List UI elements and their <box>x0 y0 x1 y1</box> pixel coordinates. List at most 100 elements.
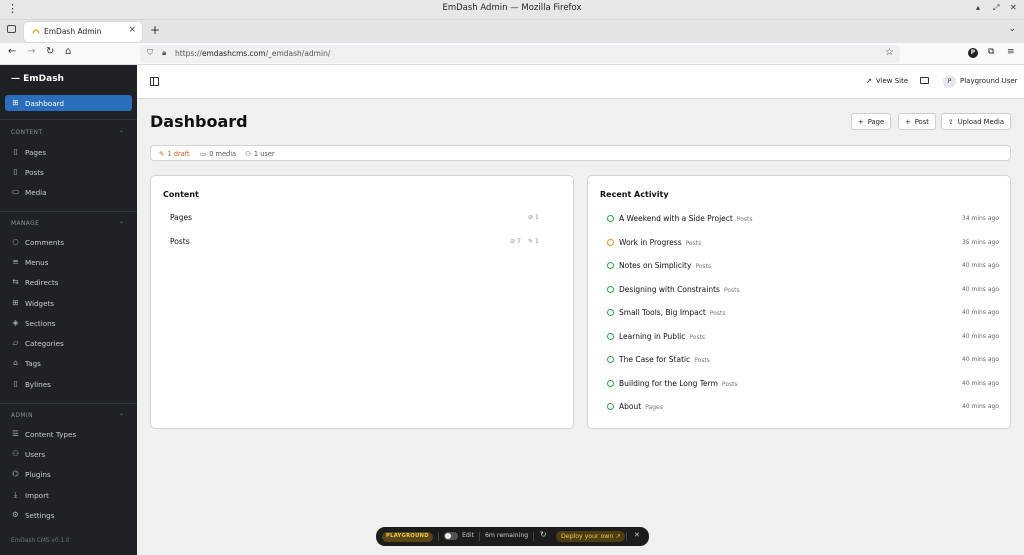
navigation-bar: ← → ↻ ⌂ ⛉ 🔒︎ https://emdashcms.com/_emda… <box>0 43 1024 65</box>
section-title-admin: ADMIN <box>11 413 33 419</box>
brand-logo[interactable]: — EmDash <box>11 74 64 84</box>
minimize-icon[interactable]: ▴ <box>976 3 980 12</box>
close-icon[interactable]: ✕ <box>634 531 640 539</box>
tab-list-icon[interactable] <box>7 25 16 33</box>
chevron-up-icon[interactable]: ⌃ <box>119 130 124 137</box>
activity-type: Posts <box>709 310 726 317</box>
user-name[interactable]: Playground User <box>960 77 1018 85</box>
new-page-button[interactable]: + Page <box>851 113 892 130</box>
version-label: EmDash CMS v0.1.0 <box>11 538 70 544</box>
activity-title[interactable]: Building for the Long Term Posts <box>619 379 738 388</box>
upload-media-button[interactable]: ⇪ Upload Media <box>941 113 1012 130</box>
content-row-pages[interactable]: Pages ⊘ 1 <box>170 213 542 227</box>
activity-title[interactable]: The Case for Static Posts <box>619 355 710 364</box>
sidebar-item-dashboard[interactable]: ⊞ Dashboard <box>5 95 132 111</box>
activity-title[interactable]: Work in Progress Posts <box>619 238 701 247</box>
chevron-up-icon[interactable]: ⌃ <box>119 221 124 228</box>
published-icon: ⊘ <box>510 238 516 245</box>
new-post-button[interactable]: + Post <box>898 113 936 130</box>
lock-icon[interactable]: 🔒︎ <box>162 48 166 58</box>
tab-title: EmDash Admin <box>44 27 102 36</box>
activity-time: 34 mins ago <box>961 215 999 222</box>
activity-time: 40 mins ago <box>961 403 999 410</box>
extensions-icon[interactable]: ⧉ <box>988 47 994 57</box>
edit-toggle[interactable] <box>444 532 458 540</box>
sidebar-item-media[interactable]: ▭ Media <box>5 184 132 200</box>
menu-lines-icon: ≡ <box>12 257 19 266</box>
published-status-icon <box>607 309 614 316</box>
monitor-icon[interactable] <box>920 77 929 84</box>
sidebar-item-widgets[interactable]: ⊞ Widgets <box>5 295 132 311</box>
sidebar-item-plugins[interactable]: ⌬ Plugins <box>5 466 132 482</box>
tab-overflow-icon[interactable]: ⌄ <box>1008 24 1016 34</box>
sidebar-item-tags[interactable]: ⌂ Tags <box>5 355 132 371</box>
activity-item[interactable]: Designing with Constraints Posts 40 mins a… <box>607 285 999 299</box>
home-icon[interactable]: ⌂ <box>65 46 71 57</box>
reload-icon[interactable]: ↻ <box>46 46 54 57</box>
published-status-icon <box>607 356 614 363</box>
users-icon: ⚇ <box>245 150 251 158</box>
activity-title[interactable]: About Pages <box>619 402 663 411</box>
activity-item[interactable]: The Case for Static Posts 40 mins ago <box>607 355 999 369</box>
sidebar-item-pages[interactable]: ▯ Pages <box>5 144 132 160</box>
image-icon: ▭ <box>11 187 20 196</box>
chevron-up-icon[interactable]: ⌃ <box>119 413 124 420</box>
activity-time: 40 mins ago <box>961 356 999 363</box>
sidebar-toggle-icon[interactable] <box>150 77 159 86</box>
sidebar-item-redirects[interactable]: ⇆ Redirects <box>5 274 132 290</box>
forward-icon[interactable]: → <box>27 46 35 57</box>
url-bar[interactable]: ⛉ 🔒︎ https://emdashcms.com/_emdash/admin… <box>140 45 900 63</box>
tab-close-icon[interactable]: × <box>128 25 136 35</box>
activity-item[interactable]: Learning in Public Posts 40 mins ago <box>607 332 999 346</box>
browser-tab-active[interactable]: EmDash Admin × <box>24 22 142 42</box>
import-icon: ⤓ <box>13 490 18 499</box>
sidebar-item-bylines[interactable]: ▯ Bylines <box>5 376 132 392</box>
published-count: ⊘ 1 <box>528 214 539 221</box>
account-icon[interactable]: P <box>968 48 978 58</box>
activity-item[interactable]: Notes on Simplicity Posts 40 mins ago <box>607 261 999 275</box>
sidebar-item-users[interactable]: ⚇ Users <box>5 446 132 462</box>
new-tab-icon[interactable]: + <box>150 23 160 37</box>
upload-icon: ⇪ <box>948 118 954 126</box>
published-status-icon <box>607 379 614 387</box>
back-icon[interactable]: ← <box>8 46 16 57</box>
avatar[interactable]: P <box>943 75 956 88</box>
bookmark-star-icon[interactable]: ☆ <box>885 47 894 58</box>
view-site-link[interactable]: ↗ View Site <box>866 77 908 85</box>
sidebar-item-posts[interactable]: ▯ Posts <box>5 164 132 180</box>
sidebar-item-content-types[interactable]: ☰ Content Types <box>5 426 132 442</box>
activity-item[interactable]: Building for the Long Term Posts 40 mins a… <box>607 379 999 393</box>
shield-icon[interactable]: ⛉ <box>147 48 153 58</box>
activity-title[interactable]: Small Tools, Big Impact Posts <box>619 308 725 317</box>
activity-title[interactable]: Notes on Simplicity Posts <box>619 261 711 270</box>
widget-icon: ⊞ <box>12 298 19 307</box>
plus-icon: + <box>858 118 864 126</box>
sidebar-item-comments[interactable]: ○ Comments <box>5 234 132 250</box>
sidebar-item-import[interactable]: ⤓ Import <box>5 487 132 503</box>
activity-item[interactable]: Small Tools, Big Impact Posts 40 mins ago <box>607 308 999 322</box>
drafts-stat[interactable]: ✎ 1 draft <box>159 150 190 158</box>
sidebar-item-menus[interactable]: ≡ Menus <box>5 254 132 270</box>
activity-title[interactable]: Learning in Public Posts <box>619 332 705 341</box>
content-row-posts[interactable]: Posts ⊘ 7 ✎ 1 <box>170 237 542 251</box>
close-window-icon[interactable]: ✕ <box>1010 3 1017 12</box>
deploy-button[interactable]: Deploy your own ↗ <box>556 531 626 542</box>
activity-item[interactable]: A Weekend with a Side Project Posts 34 min… <box>607 214 999 228</box>
sidebar-item-categories[interactable]: ▱ Categories <box>5 335 132 351</box>
activity-title[interactable]: Designing with Constraints Posts <box>619 285 740 294</box>
window-title: EmDash Admin — Mozilla Firefox <box>442 3 582 13</box>
activity-item[interactable]: About Pages 40 mins ago <box>607 402 999 416</box>
maximize-icon[interactable]: ⤢ <box>993 3 999 13</box>
activity-title[interactable]: A Weekend with a Side Project Posts <box>619 214 753 223</box>
stats-bar: ✎ 1 draft ▭ 0 media ⚇ 1 user <box>150 145 1011 161</box>
sidebar-item-settings[interactable]: ⚙ Settings <box>5 507 132 523</box>
url-text[interactable]: https://emdashcms.com/_emdash/admin/ <box>175 49 330 58</box>
activity-time: 40 mins ago <box>961 285 999 293</box>
sidebar-item-sections[interactable]: ◈ Sections <box>5 315 132 331</box>
draft-status-icon <box>607 238 614 246</box>
activity-item[interactable]: Work in Progress Posts 35 mins ago <box>607 238 999 252</box>
layers-icon: ◈ <box>12 318 19 327</box>
reset-icon[interactable]: ↻ <box>540 530 547 539</box>
activity-time: 40 mins ago <box>961 262 999 269</box>
hamburger-menu-icon[interactable]: ≡ <box>1007 47 1015 57</box>
